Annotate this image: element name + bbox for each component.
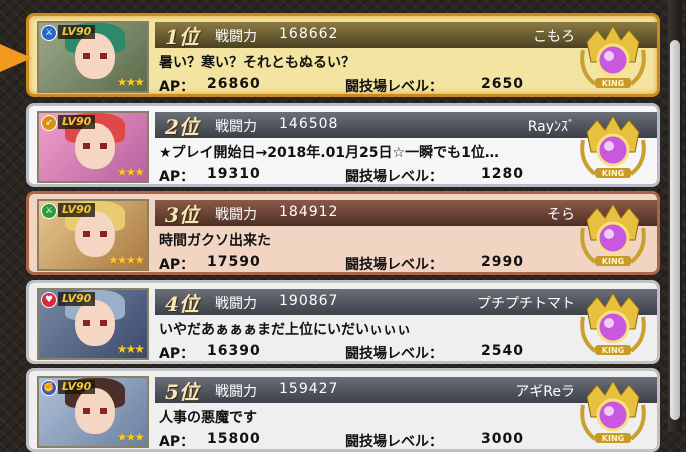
player-name: Rayﾝｽﾞ — [527, 119, 575, 135]
ap-label: AP： — [159, 434, 195, 450]
rank-label: 3位 — [165, 203, 199, 227]
power-value: 190867 — [279, 293, 339, 309]
king-crest-icon: KING — [580, 24, 646, 88]
crest-text: KING — [602, 346, 624, 355]
rarity-stars: ★★★ — [116, 342, 145, 356]
arena-level-value: 3000 — [481, 431, 524, 447]
ap-value: 15800 — [207, 431, 261, 447]
ranking-card-2[interactable]: ➶ LV90 ★★★ 2位 戦闘力 146508 Rayﾝｽﾞ ★プレイ開始日→… — [26, 103, 660, 187]
power-label: 戦闘力 — [215, 296, 257, 312]
ap-label: AP： — [159, 169, 195, 185]
ranking-card-3[interactable]: ⚔ LV90 ★★★★ 3位 戦闘力 184912 そら 時間ガクソ出来た AP… — [26, 191, 660, 275]
rank-label: 5位 — [165, 380, 199, 404]
arena-level-label: 闘技場レベル： — [345, 79, 443, 95]
scrollbar[interactable] — [668, 0, 682, 432]
player-comment: いやだあぁぁぁまだ上位にいだいぃぃぃ — [159, 322, 411, 338]
rank-label: 4位 — [165, 292, 199, 316]
level-badge: LV90 — [58, 380, 96, 394]
player-name: プチプチトマト — [477, 296, 575, 312]
bow-icon: ➶ — [41, 115, 57, 131]
power-value: 159427 — [279, 381, 339, 397]
sword-icon: ⚔ — [41, 25, 57, 41]
ap-label: AP： — [159, 79, 195, 95]
level-badge: LV90 — [58, 25, 96, 39]
king-crest-icon: KING — [580, 291, 646, 355]
rank-label: 1位 — [165, 25, 199, 49]
character-portrait[interactable]: ♥ LV90 ★★★ — [37, 288, 149, 360]
arena-level-value: 2540 — [481, 343, 524, 359]
power-value: 168662 — [279, 26, 339, 42]
scrollbar-thumb[interactable] — [670, 40, 680, 420]
power-label: 戦闘力 — [215, 207, 257, 223]
ap-value: 17590 — [207, 254, 261, 270]
character-portrait[interactable]: ➶ LV90 ★★★ — [37, 111, 149, 183]
arena-level-label: 闘技場レベル： — [345, 169, 443, 185]
player-name: そら — [547, 207, 575, 223]
player-comment: ★プレイ開始日→2018年.01月25日☆一瞬でも1位… — [159, 145, 499, 161]
crest-text: KING — [602, 434, 624, 443]
sword-icon: ⚔ — [41, 203, 57, 219]
king-crest-icon: KING — [580, 114, 646, 178]
arena-level-value: 1280 — [481, 166, 524, 182]
crest-text: KING — [602, 169, 624, 178]
rarity-stars: ★★★ — [116, 430, 145, 444]
rarity-stars: ★★★★ — [107, 253, 145, 267]
character-portrait[interactable]: ✊ LV90 ★★★ — [37, 376, 149, 448]
power-label: 戦闘力 — [215, 29, 257, 45]
arena-level-value: 2650 — [481, 76, 524, 92]
crest-text: KING — [602, 257, 624, 266]
ap-label: AP： — [159, 257, 195, 273]
power-value: 184912 — [279, 204, 339, 220]
character-portrait[interactable]: ⚔ LV90 ★★★★ — [37, 199, 149, 271]
arena-level-label: 闘技場レベル： — [345, 257, 443, 273]
level-badge: LV90 — [58, 203, 96, 217]
player-name: こもろ — [533, 29, 575, 45]
power-label: 戦闘力 — [215, 384, 257, 400]
rarity-stars: ★★★ — [116, 165, 145, 179]
ap-value: 16390 — [207, 343, 261, 359]
ap-label: AP： — [159, 346, 195, 362]
level-badge: LV90 — [58, 292, 96, 306]
arena-level-label: 闘技場レベル： — [345, 346, 443, 362]
arena-level-label: 闘技場レベル： — [345, 434, 443, 450]
power-label: 戦闘力 — [215, 119, 257, 135]
selection-arrow-icon — [0, 44, 32, 72]
level-badge: LV90 — [58, 115, 96, 129]
rank-label: 2位 — [165, 115, 199, 139]
rarity-stars: ★★★ — [116, 75, 145, 89]
player-name: アギReラ — [515, 384, 575, 400]
power-value: 146508 — [279, 116, 339, 132]
ranking-list: ⚔ LV90 ★★★ 1位 戦闘力 168662 こもろ 暑い？寒い？それともぬ… — [0, 0, 686, 452]
king-crest-icon: KING — [580, 202, 646, 266]
ranking-card-1[interactable]: ⚔ LV90 ★★★ 1位 戦闘力 168662 こもろ 暑い？寒い？それともぬ… — [26, 13, 660, 97]
player-comment: 時間ガクソ出来た — [159, 233, 271, 249]
player-comment: 暑い？寒い？それともぬるい？ — [159, 55, 355, 71]
ranking-card-4[interactable]: ♥ LV90 ★★★ 4位 戦闘力 190867 プチプチトマト いやだあぁぁぁ… — [26, 280, 660, 364]
ap-value: 26860 — [207, 76, 261, 92]
character-portrait[interactable]: ⚔ LV90 ★★★ — [37, 21, 149, 93]
player-comment: 人事の悪魔です — [159, 410, 257, 426]
ranking-card-5[interactable]: ✊ LV90 ★★★ 5位 戦闘力 159427 アギReラ 人事の悪魔です A… — [26, 368, 660, 452]
arena-level-value: 2990 — [481, 254, 524, 270]
ap-value: 19310 — [207, 166, 261, 182]
fist-icon: ✊ — [41, 380, 57, 396]
heart-icon: ♥ — [41, 292, 57, 308]
king-crest-icon: KING — [580, 379, 646, 443]
crest-text: KING — [602, 79, 624, 88]
